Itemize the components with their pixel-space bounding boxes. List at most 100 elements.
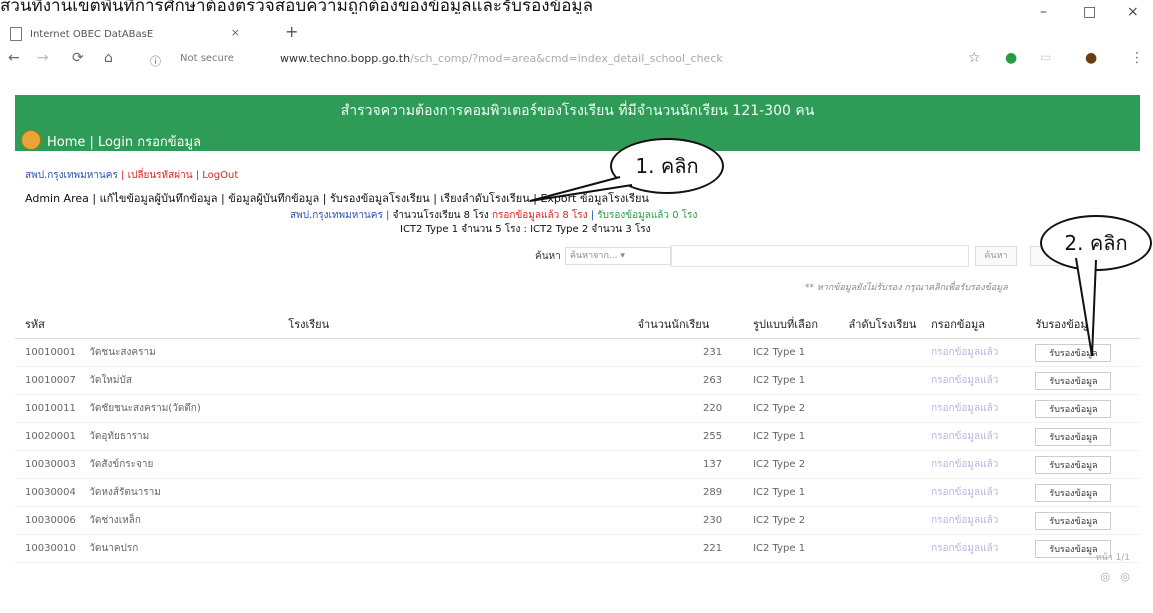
- row-school: วัดใหม่บัส: [88, 366, 637, 395]
- extension2-icon[interactable]: ▭: [1040, 50, 1051, 64]
- row-students: 220: [636, 394, 753, 423]
- header-fill: กรอกข้อมูล: [930, 310, 1035, 339]
- row-code: 10030006: [15, 506, 89, 535]
- row-type: IC2 Type 1: [752, 478, 848, 507]
- row-type: IC2 Type 1: [752, 366, 848, 395]
- search-button[interactable]: ค้นหา: [975, 246, 1017, 266]
- approve-button[interactable]: รับรองข้อมูล: [1035, 427, 1112, 446]
- url-field[interactable]: www.techno.bopp.go.th/sch_comp/?mod=area…: [280, 52, 723, 65]
- row-fill-status[interactable]: กรอกข้อมูลแล้ว: [930, 506, 1035, 535]
- tab-title: Internet OBEC DatABasE: [30, 28, 154, 40]
- row-rank: [847, 478, 931, 507]
- row-type: IC2 Type 1: [752, 422, 848, 451]
- table-row: 10010001 วัดชนะสงคราม 231 IC2 Type 1 กรอกข้อ…: [15, 338, 1140, 367]
- callout-one-tail: [529, 176, 633, 202]
- row-approve: รับรองข้อมูล: [1034, 506, 1140, 535]
- table-row: 10030006 วัดช่างเหล็ก 230 IC2 Type 2 กรอกข้อ…: [15, 506, 1140, 535]
- row-code: 10030004: [15, 478, 89, 507]
- row-school: วัดอุทัยธาราม: [88, 422, 637, 451]
- page-icon: [10, 27, 22, 41]
- minimize-button[interactable]: –: [1040, 4, 1047, 20]
- logo-icon: [21, 130, 41, 150]
- address-bar: ← → ⟳ ⌂ ⓘ Not secure www.techno.bopp.go.…: [0, 44, 1153, 74]
- row-fill-status[interactable]: กรอกข้อมูลแล้ว: [930, 338, 1035, 367]
- sort-school-link[interactable]: เรียงลำดับโรงเรียน: [440, 192, 529, 205]
- search-label: ค้นหา :: [535, 251, 568, 262]
- url-path: /sch_comp/?mod=area&cmd=index_detail_sch…: [410, 52, 723, 65]
- row-rank: [847, 450, 931, 479]
- approve-button[interactable]: รับรองข้อมูล: [1035, 371, 1112, 390]
- logout-link[interactable]: LogOut: [202, 170, 238, 181]
- approve-button[interactable]: รับรองข้อมูล: [1035, 511, 1112, 530]
- row-type: IC2 Type 1: [752, 534, 848, 563]
- separator: |: [89, 135, 99, 150]
- row-fill-status[interactable]: กรอกข้อมูลแล้ว: [930, 450, 1035, 479]
- org-links: สพป.กรุงเทพมหานคร | เปลี่ยนรหัสผ่าน | Lo…: [25, 170, 239, 181]
- close-window-button[interactable]: ×: [1127, 4, 1139, 20]
- school-table: รหัส โรงเรียน จำนวนนักเรียน รูปแบบที่เลื…: [15, 310, 1140, 563]
- search-select[interactable]: ค้นหาจาก... ▾: [565, 247, 671, 265]
- home-link[interactable]: Home: [47, 135, 85, 150]
- summary-approved: รับรองข้อมูลแล้ว 0 โรง: [597, 210, 698, 221]
- forward-icon[interactable]: →: [37, 50, 49, 66]
- document-heading: ส่วนที่งานเขตพื้นที่การศึกษาต้องตรวจสอบค…: [0, 0, 594, 14]
- row-rank: [847, 366, 931, 395]
- security-label: Not secure: [180, 53, 234, 64]
- row-fill-status[interactable]: กรอกข้อมูลแล้ว: [930, 394, 1035, 423]
- page-indicator: หน้า 1/1: [1095, 553, 1130, 563]
- close-tab-icon[interactable]: ×: [231, 26, 240, 39]
- row-type: IC2 Type 2: [752, 394, 848, 423]
- table-row: 10030010 วัดนาคปรก 221 IC2 Type 1 กรอกข้อมูล…: [15, 534, 1140, 563]
- approve-note: ** หากข้อมูลยังไม่รับรอง กรุณาคลิกเพื่อร…: [805, 283, 1008, 293]
- row-type: IC2 Type 2: [752, 506, 848, 535]
- header-students: จำนวนนักเรียน: [636, 310, 753, 339]
- row-type: IC2 Type 1: [752, 338, 848, 367]
- row-fill-status[interactable]: กรอกข้อมูลแล้ว: [930, 422, 1035, 451]
- approve-school-link[interactable]: รับรองข้อมูลโรงเรียน: [330, 192, 430, 205]
- row-approve: รับรองข้อมูล: [1034, 422, 1140, 451]
- maximize-button[interactable]: □: [1083, 4, 1096, 20]
- browser-tab[interactable]: Internet OBEC DatABasE ×: [10, 24, 250, 44]
- recorder-info-link[interactable]: ข้อมูลผู้บันทึกข้อมูล: [228, 192, 319, 205]
- row-students: 221: [636, 534, 753, 563]
- search-input[interactable]: [671, 245, 969, 267]
- row-type: IC2 Type 2: [752, 450, 848, 479]
- menu-icon[interactable]: ⋮: [1130, 50, 1144, 66]
- row-approve: รับรองข้อมูล: [1034, 394, 1140, 423]
- row-school: วัดสังข์กระจาย: [88, 450, 637, 479]
- row-code: 10030003: [15, 450, 89, 479]
- new-tab-button[interactable]: +: [285, 22, 298, 41]
- approve-button[interactable]: รับรองข้อมูล: [1035, 483, 1112, 502]
- profile-icon[interactable]: ●: [1085, 50, 1097, 66]
- row-school: วัดชัยชนะสงคราม(วัดตึก): [88, 394, 637, 423]
- summary-area: สพป.กรุงเทพมหานคร: [290, 210, 383, 221]
- table-row: 10010007 วัดใหม่บัส 263 IC2 Type 1 กรอกข้อมู…: [15, 366, 1140, 395]
- org-link[interactable]: สพป.กรุงเทพมหานคร: [25, 170, 118, 181]
- login-link[interactable]: Login กรอกข้อมูล: [98, 135, 201, 150]
- row-school: วัดช่างเหล็ก: [88, 506, 637, 535]
- edit-recorder-link[interactable]: แก้ไขข้อมูลผู้บันทึกข้อมูล: [100, 192, 218, 205]
- table-row: 10030004 วัดหงส์รัตนาราม 289 IC2 Type 1 กรอก…: [15, 478, 1140, 507]
- row-fill-status[interactable]: กรอกข้อมูลแล้ว: [930, 478, 1035, 507]
- star-icon[interactable]: ☆: [968, 50, 981, 66]
- approve-button[interactable]: รับรองข้อมูล: [1035, 455, 1112, 474]
- approve-button[interactable]: รับรองข้อมูล: [1035, 399, 1112, 418]
- extension-icon[interactable]: ●: [1005, 50, 1017, 66]
- admin-area-link[interactable]: Admin Area: [25, 192, 89, 205]
- row-students: 255: [636, 422, 753, 451]
- home-icon[interactable]: ⌂: [104, 50, 113, 66]
- table-row: 10020001 วัดอุทัยธาราม 255 IC2 Type 1 กรอกข้…: [15, 422, 1140, 451]
- row-students: 137: [636, 450, 753, 479]
- pager-controls[interactable]: ◎ ◎: [1096, 570, 1130, 583]
- reload-icon[interactable]: ⟳: [72, 50, 84, 66]
- row-code: 10010011: [15, 394, 89, 423]
- info-icon[interactable]: ⓘ: [150, 53, 161, 69]
- search-select-value: ค้นหาจาก...: [570, 251, 618, 261]
- change-password-link[interactable]: เปลี่ยนรหัสผ่าน: [128, 170, 193, 181]
- row-fill-status[interactable]: กรอกข้อมูลแล้ว: [930, 366, 1035, 395]
- row-rank: [847, 506, 931, 535]
- back-icon[interactable]: ←: [8, 50, 20, 66]
- callout-two-tail: [1075, 257, 1097, 357]
- summary-total: จำนวนโรงเรียน 8 โรง: [392, 210, 489, 221]
- row-fill-status[interactable]: กรอกข้อมูลแล้ว: [930, 534, 1035, 563]
